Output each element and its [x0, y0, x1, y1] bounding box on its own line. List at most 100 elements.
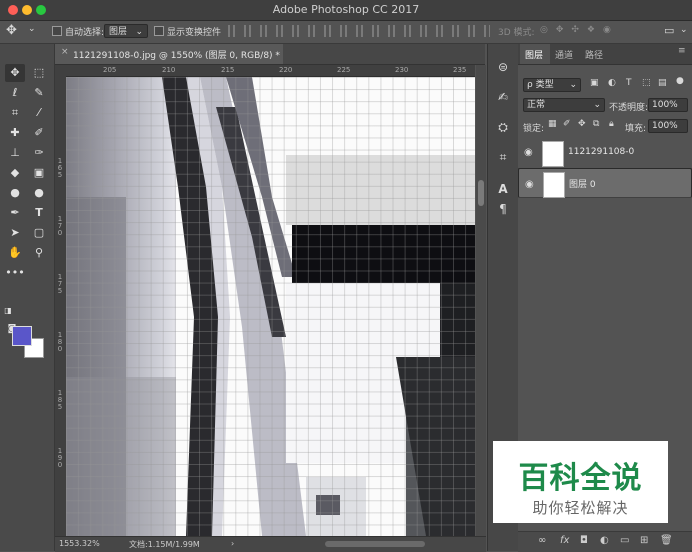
dodge-tool-icon[interactable]: ●	[29, 184, 49, 202]
workspace-chevron-icon[interactable]: ⌄	[680, 25, 688, 35]
marquee-tool-icon[interactable]: ⬚	[29, 64, 49, 82]
layers-panel-footer: ∞ fx ◘ ◐ ▭ ⊞ 🗑︎	[518, 531, 692, 552]
quick-select-tool-icon[interactable]: ✎	[29, 84, 49, 102]
opacity-value: 100%	[652, 100, 678, 110]
horizontal-ruler[interactable]: 205 210 215 220 225 230 235	[55, 65, 475, 77]
fx-icon[interactable]: fx	[560, 535, 569, 546]
lock-label: 锁定:	[523, 124, 545, 134]
close-document-icon[interactable]: ×	[61, 47, 69, 57]
filter-adjustment-icon[interactable]: ◐	[608, 78, 616, 88]
trash-icon[interactable]: 🗑︎	[660, 535, 673, 546]
default-colors-icon[interactable]: ◨	[2, 302, 14, 320]
vertical-scroll-thumb[interactable]	[478, 180, 484, 206]
lasso-tool-icon[interactable]: ℓ	[5, 84, 25, 102]
path-select-tool-icon[interactable]: ➤	[5, 224, 25, 242]
blend-row: 正常 ⌄ 不透明度: 100%	[518, 95, 692, 115]
ruler-tick: 165	[57, 157, 63, 179]
character-panel-icon[interactable]: A	[494, 180, 512, 198]
tab-paths[interactable]: 路径	[585, 48, 603, 61]
fill-value: 100%	[652, 121, 678, 131]
layer-row-selected[interactable]: ◉ 图层 0	[518, 168, 692, 198]
layer-filter-dropdown[interactable]: ρ 类型 ⌄	[523, 78, 581, 92]
move-tool-icon[interactable]: ✥	[6, 23, 17, 38]
blur-tool-icon[interactable]: ●	[5, 184, 25, 202]
foreground-color-swatch[interactable]	[12, 326, 32, 346]
mode-3d-icons[interactable]: ◎✥✣❖◉	[540, 25, 619, 35]
lock-image-icon[interactable]: ✐	[563, 119, 571, 129]
eyedropper-tool-icon[interactable]: ⁄	[29, 104, 49, 122]
lock-transparent-icon[interactable]: ▦	[548, 119, 557, 129]
panel-menu-icon[interactable]: ≡	[678, 46, 686, 56]
rectangle-tool-icon[interactable]: ▢	[29, 224, 49, 242]
auto-select-target-dropdown[interactable]: 图层 ⌄	[104, 24, 148, 38]
brush-tool-icon[interactable]: ✐	[29, 124, 49, 142]
fill-label: 填充:	[625, 124, 647, 134]
hand-tool-icon[interactable]: ✋	[5, 244, 25, 262]
filter-smart-object-icon[interactable]: ▤	[658, 78, 667, 88]
mode-3d-label: 3D 模式:	[498, 28, 535, 38]
paragraph-panel-icon[interactable]: ¶	[494, 200, 512, 218]
lock-position-icon[interactable]: ✥	[578, 119, 586, 129]
link-icon[interactable]: ∞	[538, 535, 546, 546]
lock-all-icon[interactable]: 🔒︎	[609, 119, 614, 129]
filter-shape-icon[interactable]: ⬚	[642, 78, 651, 88]
filter-pixel-icon[interactable]: ▣	[590, 78, 599, 88]
type-tool-icon[interactable]: T	[29, 204, 49, 222]
ruler-tick: 230	[395, 66, 409, 74]
filter-toggle-icon[interactable]: ●	[676, 76, 684, 86]
visibility-eye-icon[interactable]: ◉	[524, 147, 533, 158]
zoom-tool-icon[interactable]: ⚲	[29, 244, 49, 262]
eraser-tool-icon[interactable]: ◆	[5, 164, 25, 182]
document-canvas[interactable]	[66, 77, 475, 536]
gradient-tool-icon[interactable]: ▣	[29, 164, 49, 182]
filter-type-icon[interactable]: T	[626, 78, 632, 88]
more-tools-icon[interactable]: •••	[5, 264, 25, 282]
show-transform-checkbox[interactable]: 显示变换控件	[154, 25, 221, 38]
tab-channels[interactable]: 通道	[555, 48, 573, 61]
status-menu-arrow-icon[interactable]: ›	[231, 539, 234, 548]
visibility-eye-icon[interactable]: ◉	[525, 178, 534, 192]
tool-preset-chevron-icon[interactable]: ⌄	[28, 24, 36, 34]
history-brush-tool-icon[interactable]: ✑	[29, 144, 49, 162]
move-tool-icon[interactable]: ✥	[5, 64, 25, 82]
ruler-tick: 190	[57, 447, 63, 469]
document-tab[interactable]: × 1121291108-0.jpg @ 1550% (图层 0, RGB/8)…	[55, 44, 283, 64]
adjustments-panel-icon[interactable]: ⊜	[494, 58, 512, 76]
show-transform-label: 显示变换控件	[167, 28, 222, 38]
layer-row[interactable]: ◉ 1121291108-0	[518, 138, 692, 169]
crop-panel-icon[interactable]: ⌗	[494, 148, 512, 166]
auto-select-checkbox[interactable]: 自动选择:	[52, 25, 104, 38]
pen-tool-icon[interactable]: ✒	[5, 204, 25, 222]
tools-panel: ✥ ⬚ ℓ ✎ ⌗ ⁄ ✚ ✐ ⊥ ✑ ◆ ▣ ● ● ✒ T ➤ ▢ ✋ ⚲ …	[0, 44, 55, 551]
watermark: 百科全说 助你轻松解决	[493, 441, 668, 523]
blend-mode-dropdown[interactable]: 正常 ⌄	[523, 98, 605, 112]
watermark-title: 百科全说	[518, 461, 643, 496]
watermark-subtitle: 助你轻松解决	[532, 499, 629, 517]
healing-brush-tool-icon[interactable]: ✚	[5, 124, 25, 142]
align-distribute-icons[interactable]	[228, 25, 490, 37]
adjustment-icon[interactable]: ◐	[600, 535, 609, 546]
new-layer-icon[interactable]: ⊞	[640, 535, 648, 546]
layer-filter-value: ρ 类型	[527, 80, 554, 90]
folder-icon[interactable]: ▭	[620, 535, 629, 546]
lock-artboard-icon[interactable]: ⧉	[593, 119, 599, 129]
workspace-icon[interactable]: ▭	[664, 24, 674, 37]
ruler-tick: 215	[221, 66, 235, 74]
vertical-scrollbar[interactable]	[476, 65, 486, 536]
fill-input[interactable]: 100%	[648, 119, 688, 133]
actions-panel-icon[interactable]: ⛭	[494, 118, 512, 136]
ruler-tick: 220	[279, 66, 293, 74]
ruler-tick: 175	[57, 273, 63, 295]
auto-select-label: 自动选择:	[65, 28, 105, 38]
opacity-input[interactable]: 100%	[648, 98, 688, 112]
horizontal-scroll-thumb[interactable]	[325, 541, 425, 547]
chevron-down-icon: ⌄	[593, 100, 601, 110]
crop-tool-icon[interactable]: ⌗	[5, 104, 25, 122]
zoom-level[interactable]: 1553.32%	[59, 539, 100, 548]
clone-stamp-tool-icon[interactable]: ⊥	[5, 144, 25, 162]
opacity-label: 不透明度:	[609, 103, 649, 113]
brush-settings-icon[interactable]: ✍	[494, 88, 512, 106]
window-title: Adobe Photoshop CC 2017	[272, 3, 420, 16]
mask-icon[interactable]: ◘	[580, 535, 588, 546]
tab-layers[interactable]: 图层	[525, 48, 543, 61]
